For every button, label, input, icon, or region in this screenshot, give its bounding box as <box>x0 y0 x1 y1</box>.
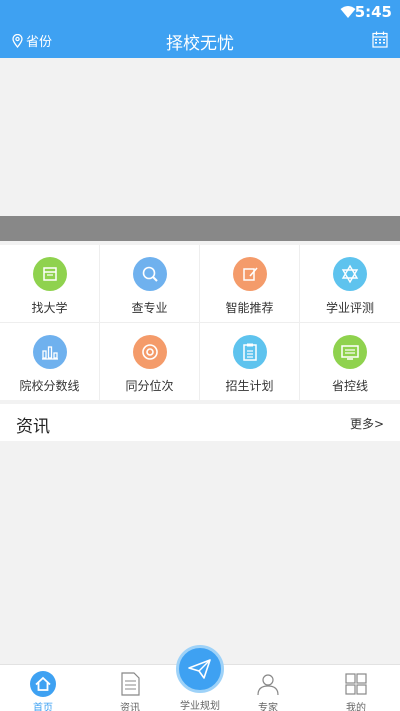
nav-news-label: 资讯 <box>120 703 140 711</box>
grid-item-label: 查专业 <box>131 301 168 315</box>
app-bar: 省份 择校无忧 <box>0 24 400 58</box>
paper-plane-icon <box>188 659 211 679</box>
grid-squares-icon <box>343 671 369 697</box>
grid-item-label: 找大学 <box>31 301 68 315</box>
magnifier-icon <box>132 257 167 291</box>
grid-item-score-line[interactable]: 院校分数线 <box>0 322 100 400</box>
news-title: 资讯 <box>16 417 50 437</box>
nav-home[interactable]: 首页 <box>13 671 73 711</box>
nav-home-label: 首页 <box>33 703 53 711</box>
nav-expert-label: 专家 <box>258 703 278 711</box>
calendar-book-icon <box>32 257 67 291</box>
grid-item-search-major[interactable]: 查专业 <box>100 245 200 323</box>
person-icon <box>255 671 281 697</box>
monitor-icon <box>333 334 367 369</box>
grid-item-find-university[interactable]: 找大学 <box>0 245 100 323</box>
nav-plan-button[interactable] <box>176 645 224 693</box>
nav-news[interactable]: 资讯 <box>100 671 160 711</box>
banner-area[interactable] <box>0 58 400 216</box>
nav-mine-label: 我的 <box>346 703 366 711</box>
nav-mine[interactable]: 我的 <box>326 671 386 711</box>
news-more-link[interactable]: 更多> <box>350 415 384 432</box>
banner-strip <box>0 216 400 241</box>
wifi-icon <box>340 6 356 18</box>
grid-item-label: 招生计划 <box>225 378 274 393</box>
feature-grid: 找大学 查专业 智能推荐 学业评测 院校分数线 同分位次 招生计划 省控线 <box>0 245 400 400</box>
document-icon <box>117 671 143 697</box>
grid-item-province-control-line[interactable]: 省控线 <box>300 323 400 401</box>
news-section-header: 资讯 更多> <box>0 404 400 441</box>
bar-chart-icon <box>32 334 67 369</box>
lifebuoy-icon <box>132 334 167 369</box>
clipboard-icon <box>232 334 267 369</box>
home-icon <box>30 671 56 697</box>
grid-item-label: 同分位次 <box>125 378 174 393</box>
pencil-note-icon <box>232 257 267 291</box>
grid-item-enrollment-plan[interactable]: 招生计划 <box>200 322 300 400</box>
grid-item-label: 智能推荐 <box>225 301 274 315</box>
grid-item-academic-test[interactable]: 学业评测 <box>300 245 400 323</box>
page-title: 择校无忧 <box>166 34 234 54</box>
nav-expert[interactable]: 专家 <box>238 671 298 711</box>
calendar-icon[interactable] <box>372 31 388 48</box>
star-of-david-icon <box>333 257 367 291</box>
grid-item-label: 省控线 <box>331 378 368 393</box>
grid-item-label: 学业评测 <box>325 301 374 315</box>
grid-item-same-score-rank[interactable]: 同分位次 <box>100 322 200 400</box>
status-time: 5:45 <box>354 3 392 21</box>
grid-item-label: 院校分数线 <box>19 378 80 393</box>
nav-plan-label: 学业规划 <box>180 701 220 711</box>
grid-item-smart-recommend[interactable]: 智能推荐 <box>200 245 300 323</box>
status-bar: 5:45 <box>0 0 400 24</box>
